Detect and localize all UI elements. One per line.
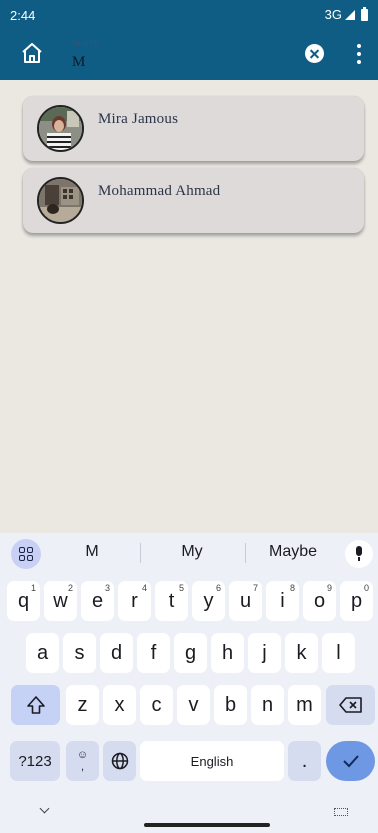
key-a[interactable]: a (26, 633, 59, 673)
keyboard-switch-icon[interactable] (334, 808, 348, 816)
emoji-icon: ☺ (76, 749, 89, 761)
key-v[interactable]: v (177, 685, 210, 725)
app-bar: Search M (0, 30, 378, 80)
mic-icon[interactable] (345, 540, 373, 568)
more-vert-icon[interactable] (355, 44, 363, 64)
key-y[interactable]: y6 (192, 581, 225, 621)
battery-icon (361, 6, 368, 21)
backspace-icon (338, 697, 362, 713)
suggestion-bar: M My Maybe (0, 533, 378, 573)
clear-search-icon[interactable] (305, 44, 324, 63)
suggestion-2[interactable]: My (162, 543, 222, 561)
key-n[interactable]: n (251, 685, 284, 725)
apps-grid-icon[interactable] (11, 539, 41, 569)
status-icons: 3G (324, 6, 368, 22)
backspace-key[interactable] (326, 685, 375, 725)
enter-key[interactable] (326, 741, 375, 781)
suggestion-divider (245, 543, 246, 563)
key-m[interactable]: m (288, 685, 321, 725)
result-card-mira[interactable]: Mira Jamous (23, 96, 364, 161)
key-x[interactable]: x (103, 685, 136, 725)
key-g[interactable]: g (174, 633, 207, 673)
key-h[interactable]: h (211, 633, 244, 673)
key-s[interactable]: s (63, 633, 96, 673)
suggestion-3[interactable]: Maybe (256, 543, 330, 561)
network-type: 3G (324, 7, 342, 22)
status-bar: 2:44 3G (0, 0, 378, 30)
key-j[interactable]: j (248, 633, 281, 673)
result-card-mohammad[interactable]: Mohammad Ahmad (23, 168, 364, 233)
key-r[interactable]: r4 (118, 581, 151, 621)
suggestion-1[interactable]: M (62, 543, 122, 561)
status-time: 2:44 (10, 8, 36, 23)
home-handle[interactable] (144, 823, 270, 827)
shift-key[interactable] (11, 685, 60, 725)
key-u[interactable]: u7 (229, 581, 262, 621)
key-d[interactable]: d (100, 633, 133, 673)
key-z[interactable]: z (66, 685, 99, 725)
navigation-bar (0, 795, 378, 833)
key-k[interactable]: k (285, 633, 318, 673)
key-t[interactable]: t5 (155, 581, 188, 621)
key-f[interactable]: f (137, 633, 170, 673)
period-key[interactable]: . (288, 741, 321, 781)
globe-icon (111, 752, 128, 770)
search-input[interactable]: M (72, 54, 85, 71)
key-l[interactable]: l (322, 633, 355, 673)
check-icon (342, 755, 359, 768)
signal-icon (345, 9, 355, 20)
key-o[interactable]: o9 (303, 581, 336, 621)
symbols-key[interactable]: ?123 (10, 741, 60, 781)
suggestion-divider (140, 543, 141, 563)
key-b[interactable]: b (214, 685, 247, 725)
key-p[interactable]: p0 (340, 581, 373, 621)
emoji-comma-key[interactable]: ☺ , (66, 741, 99, 781)
key-i[interactable]: i8 (266, 581, 299, 621)
key-c[interactable]: c (140, 685, 173, 725)
soft-keyboard: M My Maybe q1 w2 e3 r4 t5 y6 u7 i8 o9 p0… (0, 533, 378, 833)
key-e[interactable]: e3 (81, 581, 114, 621)
space-key[interactable]: English (140, 741, 284, 781)
chevron-down-icon[interactable] (39, 803, 50, 814)
home-icon (22, 43, 42, 63)
avatar (37, 105, 84, 152)
avatar (37, 177, 84, 224)
key-q[interactable]: q1 (7, 581, 40, 621)
shift-icon (26, 696, 45, 714)
home-button[interactable] (20, 41, 44, 65)
language-key[interactable] (103, 741, 136, 781)
contact-name: Mohammad Ahmad (98, 183, 221, 199)
search-label: Search (72, 38, 100, 49)
key-w[interactable]: w2 (44, 581, 77, 621)
contact-name: Mira Jamous (98, 111, 179, 127)
